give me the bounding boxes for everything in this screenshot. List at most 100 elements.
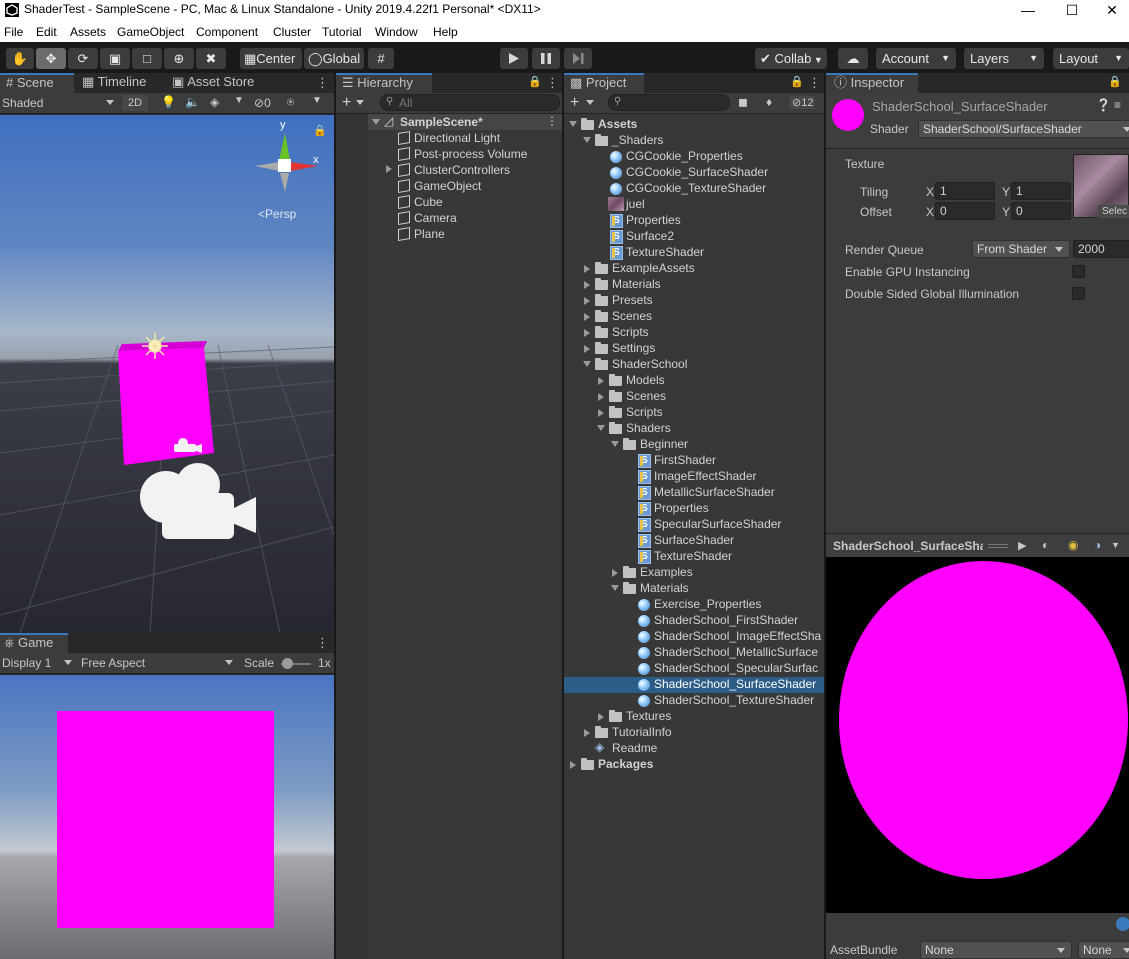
inspector-lock-icon[interactable]: 🔒 xyxy=(1108,75,1122,88)
game-menu-icon[interactable]: ⋮ xyxy=(316,635,329,651)
assets-root[interactable]: Assets xyxy=(598,117,637,131)
hierarchy-item[interactable]: Post-process Volume xyxy=(414,147,527,161)
scene-viewport[interactable]: y x 🔒 <Persp xyxy=(0,115,334,633)
minimize-icon[interactable]: — xyxy=(1005,0,1051,22)
asset-item[interactable]: Exercise_Properties xyxy=(654,597,761,611)
asset-item[interactable]: Properties xyxy=(654,501,709,515)
folder-item[interactable]: Presets xyxy=(612,293,653,307)
grid-snap-icon[interactable]: # xyxy=(368,48,394,69)
render-queue-value[interactable]: 2000 xyxy=(1073,240,1129,258)
folder-item[interactable]: Scenes xyxy=(612,309,652,323)
folder-item[interactable]: Textures xyxy=(626,709,671,723)
account-dropdown[interactable]: Account ▼ xyxy=(876,48,956,69)
effects-icon[interactable]: ◈ xyxy=(210,95,219,109)
assetbundle-variant-dropdown[interactable]: None xyxy=(1078,941,1129,959)
expand-icon[interactable] xyxy=(584,297,590,305)
preview-background-icon[interactable]: ◑ xyxy=(1094,538,1101,552)
create-chevron-icon[interactable] xyxy=(586,100,594,105)
persp-label[interactable]: <Persp xyxy=(258,207,296,221)
folder-item[interactable]: Settings xyxy=(612,341,655,355)
asset-item[interactable]: ShaderSchool_SpecularSurfac xyxy=(654,661,818,675)
display-dropdown[interactable]: Display 1 xyxy=(2,656,51,670)
hierarchy-item[interactable]: Cube xyxy=(414,195,443,209)
step-button[interactable] xyxy=(564,48,592,69)
rect-tool-icon[interactable]: □ xyxy=(132,48,162,69)
asset-item[interactable]: Surface2 xyxy=(626,229,674,243)
shading-mode-dropdown[interactable]: Shaded xyxy=(2,96,43,110)
project-menu-icon[interactable]: ⋮ xyxy=(808,75,821,91)
folder-item[interactable]: Beginner xyxy=(640,437,688,451)
display-chevron-icon[interactable] xyxy=(64,660,72,665)
render-queue-dropdown[interactable]: From Shader xyxy=(972,240,1070,258)
expand-scene-icon[interactable] xyxy=(372,119,380,125)
scale-slider-handle[interactable] xyxy=(282,658,293,669)
expand-icon[interactable] xyxy=(584,329,590,337)
asset-item[interactable]: Readme xyxy=(612,741,657,755)
offset-x-field[interactable]: 0 xyxy=(935,202,995,220)
hierarchy-lock-icon[interactable]: 🔒 xyxy=(528,75,542,88)
rotate-tool-icon[interactable]: ⟳ xyxy=(68,48,98,69)
expand-icon[interactable] xyxy=(386,165,392,173)
preview-drag-handle-icon[interactable] xyxy=(988,544,1008,548)
asset-item[interactable]: ShaderSchool_ImageEffectSha xyxy=(654,629,821,643)
pivot-center-button[interactable]: ▦Center xyxy=(240,48,302,69)
gizmos-chevron-icon[interactable]: ▼ xyxy=(312,95,322,106)
preview-mesh-icon[interactable]: ◐ xyxy=(1042,538,1049,552)
hierarchy-search-input[interactable]: All xyxy=(380,94,560,111)
scene-menu-icon[interactable]: ⋮ xyxy=(316,75,329,91)
asset-item[interactable]: ShaderSchool_TextureShader xyxy=(654,693,814,707)
project-lock-icon[interactable]: 🔒 xyxy=(790,75,804,88)
asset-item[interactable]: ShaderSchool_FirstShader xyxy=(654,613,798,627)
scene-menu-icon[interactable]: ⋮ xyxy=(546,114,558,128)
create-plus-icon[interactable]: + xyxy=(342,94,351,112)
asset-item[interactable]: CGCookie_SurfaceShader xyxy=(626,165,768,179)
folder-item[interactable]: Scripts xyxy=(626,405,663,419)
folder-item[interactable]: TutorialInfo xyxy=(612,725,672,739)
expand-icon[interactable] xyxy=(570,761,576,769)
material-preview-area[interactable] xyxy=(826,557,1129,913)
asset-item[interactable]: TextureShader xyxy=(654,549,732,563)
hierarchy-item[interactable]: ClusterControllers xyxy=(414,163,510,177)
asset-item[interactable]: CGCookie_Properties xyxy=(626,149,743,163)
expand-icon[interactable] xyxy=(611,441,619,447)
shading-chevron-icon[interactable] xyxy=(106,100,114,105)
expand-icon[interactable] xyxy=(584,345,590,353)
menu-file[interactable]: File xyxy=(4,25,23,39)
shader-dropdown[interactable]: ShaderSchool/SurfaceShader xyxy=(918,120,1129,138)
expand-icon[interactable] xyxy=(598,713,604,721)
scale-tool-icon[interactable]: ▣ xyxy=(100,48,130,69)
preview-chevron-icon[interactable]: ▼ xyxy=(1111,540,1120,550)
asset-item[interactable]: juel xyxy=(626,197,645,211)
menu-help[interactable]: Help xyxy=(433,25,458,39)
folder-item[interactable]: ExampleAssets xyxy=(612,261,695,275)
menu-cluster[interactable]: Cluster xyxy=(273,25,311,39)
lighting-icon[interactable]: 💡 xyxy=(161,95,176,109)
project-search-input[interactable] xyxy=(608,94,730,111)
tiling-x-field[interactable]: 1 xyxy=(935,182,995,200)
hierarchy-item[interactable]: Plane xyxy=(414,227,445,241)
folder-item[interactable]: Scripts xyxy=(612,325,649,339)
folder-item[interactable]: Materials xyxy=(612,277,661,291)
asset-item[interactable]: SurfaceShader xyxy=(654,533,734,547)
expand-icon[interactable] xyxy=(583,361,591,367)
expand-icon[interactable] xyxy=(584,281,590,289)
game-viewport[interactable] xyxy=(0,675,334,959)
effects-chevron-icon[interactable]: ▼ xyxy=(234,95,244,106)
hand-tool-icon[interactable]: ✋ xyxy=(6,48,34,69)
hierarchy-menu-icon[interactable]: ⋮ xyxy=(546,75,559,91)
folder-item[interactable]: Scenes xyxy=(626,389,666,403)
menu-edit[interactable]: Edit xyxy=(36,25,57,39)
create-plus-icon[interactable]: + xyxy=(570,94,579,112)
folder-item[interactable]: Models xyxy=(626,373,665,387)
expand-icon[interactable] xyxy=(584,729,590,737)
2d-toggle[interactable]: 2D xyxy=(122,95,148,111)
menu-assets[interactable]: Assets xyxy=(70,25,106,39)
cloud-icon[interactable]: ☁ xyxy=(838,48,868,69)
tab-hierarchy[interactable]: ☰ Hierarchy xyxy=(336,73,432,93)
transform-tool-icon[interactable]: ⊕ xyxy=(164,48,194,69)
create-chevron-icon[interactable] xyxy=(356,100,364,105)
aspect-chevron-icon[interactable] xyxy=(225,660,233,665)
gizmo-lock-icon[interactable]: 🔒 xyxy=(313,124,327,137)
menu-component[interactable]: Component xyxy=(196,25,258,39)
folder-item[interactable]: Materials xyxy=(640,581,689,595)
